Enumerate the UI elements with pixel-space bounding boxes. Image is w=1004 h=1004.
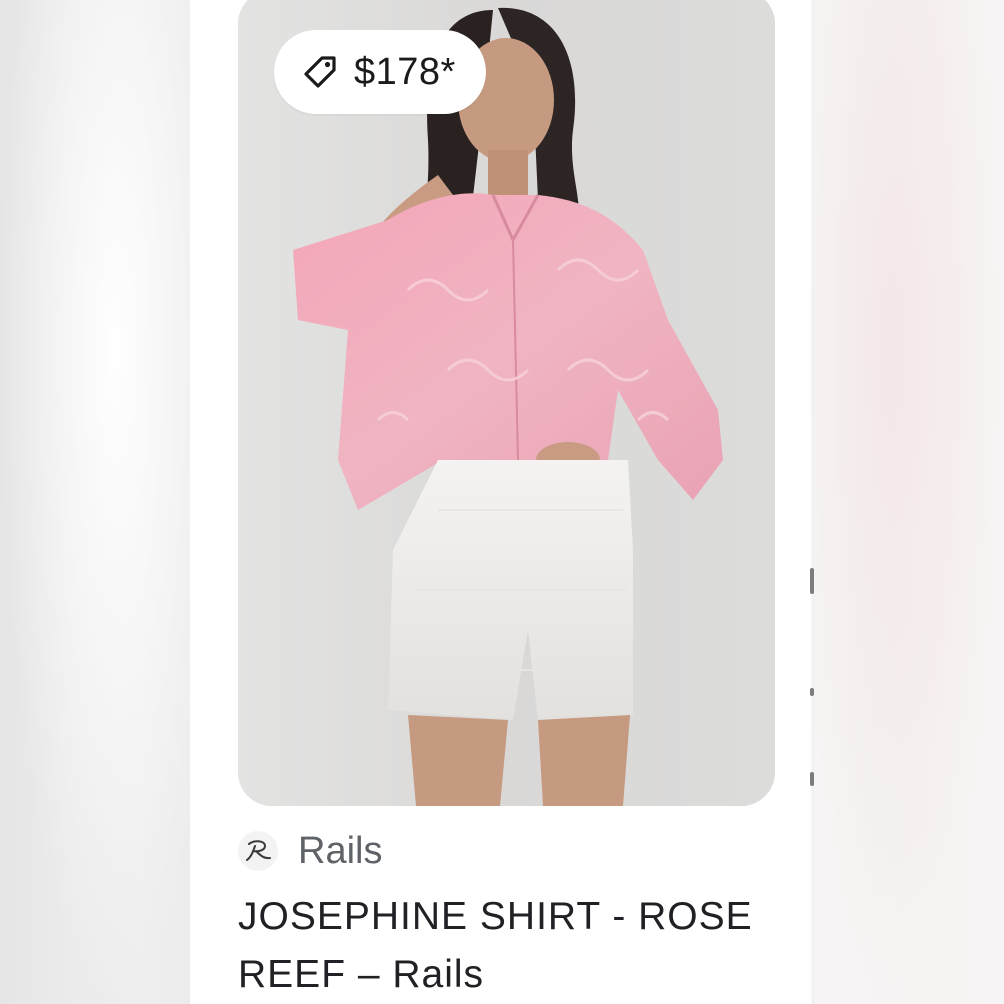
source-name[interactable]: Rails xyxy=(298,830,382,873)
source-row[interactable]: Rails xyxy=(238,826,382,876)
right-backdrop xyxy=(814,0,1004,1004)
card-divider xyxy=(810,0,814,1004)
tag-icon xyxy=(304,56,336,88)
product-image[interactable] xyxy=(238,0,775,806)
price-badge: $178* xyxy=(274,30,486,114)
product-title[interactable]: JOSEPHINE SHIRT - ROSE REEF – Rails xyxy=(238,888,798,1004)
product-card[interactable]: $178* Rails JOSEPHINE SHIRT - ROSE REEF … xyxy=(190,0,814,1004)
left-backdrop xyxy=(0,0,190,1004)
price-text: $178* xyxy=(354,50,456,93)
rails-logo-icon xyxy=(238,831,278,871)
next-card-peek xyxy=(810,560,816,790)
